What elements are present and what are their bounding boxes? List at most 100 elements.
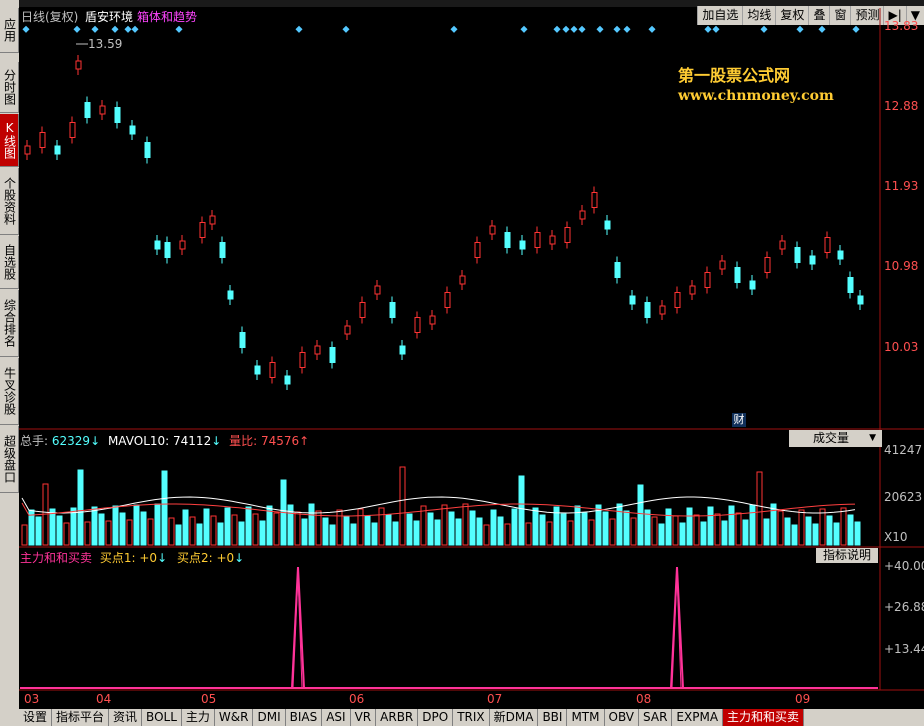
signal-diamond — [175, 25, 183, 33]
signal-diamond — [570, 25, 578, 33]
volume-bar — [49, 508, 56, 546]
volume-bar — [700, 521, 707, 546]
volume-bar — [350, 523, 357, 546]
tab-dpo[interactable]: DPO — [418, 709, 454, 726]
volume-bar — [364, 515, 371, 546]
buy1-label: 买点1: — [99, 551, 136, 565]
price-axis-label: 10.03 — [884, 340, 919, 354]
tab-vr[interactable]: VR — [351, 709, 377, 726]
volume-indicator-select[interactable]: 成交量 ▼ — [789, 430, 882, 447]
candlestick — [474, 242, 481, 258]
buy1-value: +0 — [139, 551, 158, 565]
volume-bar — [168, 517, 175, 546]
down-arrow-icon: ↓ — [211, 434, 222, 448]
volume-bar — [252, 513, 259, 546]
month-label: 09 — [795, 692, 811, 706]
volume-bar — [525, 522, 532, 546]
candlestick — [764, 257, 771, 273]
volume-bar — [441, 504, 448, 546]
volume-bar — [371, 522, 378, 546]
volume-bar — [679, 522, 686, 546]
signal-diamond — [596, 25, 604, 33]
candlestick — [489, 225, 496, 235]
volume-bar — [329, 524, 336, 546]
tab-sar[interactable]: SAR — [639, 709, 673, 726]
volume-bar — [560, 513, 567, 546]
indicator-help-button[interactable]: 指标说明 — [816, 548, 878, 563]
volume-bar — [623, 510, 630, 546]
candlestick — [329, 347, 336, 363]
volume-bar — [385, 514, 392, 546]
candlestick — [374, 285, 381, 295]
candlestick — [719, 260, 726, 270]
price-axis-label: 11.93 — [884, 179, 919, 193]
price-axis-label: 12.88 — [884, 99, 919, 113]
volume-bar — [693, 514, 700, 546]
volume-bar — [812, 523, 819, 546]
tab-boll[interactable]: BOLL — [142, 709, 182, 726]
volume-bar — [308, 503, 315, 546]
volume-bar — [147, 518, 154, 546]
volume-bar — [784, 517, 791, 546]
high-price-marker: 13.59 — [88, 37, 123, 51]
signal-diamond — [111, 25, 119, 33]
tab-main-force-buysell[interactable]: 主力和和买卖 — [723, 709, 805, 726]
tab-bbi[interactable]: BBI — [538, 709, 568, 726]
candlestick — [54, 145, 61, 155]
volume-bar — [133, 504, 140, 546]
candlestick — [549, 235, 556, 245]
chart-canvas[interactable] — [0, 0, 924, 726]
candlestick — [847, 277, 854, 293]
volume-bar — [196, 523, 203, 546]
tab-news[interactable]: 资讯 — [109, 709, 143, 726]
tab-trix[interactable]: TRIX — [453, 709, 490, 726]
tab-asi[interactable]: ASI — [322, 709, 351, 726]
candlestick — [734, 267, 741, 283]
finance-badge[interactable]: 财 — [732, 413, 746, 427]
volume-bar — [273, 512, 280, 546]
candlestick — [444, 292, 451, 308]
month-label: 07 — [487, 692, 503, 706]
tab-arbr[interactable]: ARBR — [376, 709, 419, 726]
volume-bar — [791, 524, 798, 546]
tab-indicator-platform[interactable]: 指标平台 — [52, 709, 110, 726]
candlestick — [314, 345, 321, 355]
candlestick — [659, 305, 666, 315]
volume-unit-label: X10 — [884, 530, 908, 544]
volume-bar — [343, 516, 350, 546]
tab-obv[interactable]: OBV — [605, 709, 640, 726]
candlestick — [794, 247, 801, 263]
tab-dmi[interactable]: DMI — [253, 709, 286, 726]
month-label: 05 — [201, 692, 217, 706]
candlestick — [254, 365, 261, 375]
tab-wr[interactable]: W&R — [215, 709, 254, 726]
watermark-url: www.chnmoney.com — [678, 88, 834, 104]
volume-bar — [504, 523, 511, 546]
volume-bar — [539, 514, 546, 546]
indicator-axis-label: +40.00 — [884, 559, 924, 573]
volume-bar — [231, 514, 238, 546]
volume-bar — [658, 523, 665, 546]
volume-bar — [315, 510, 322, 546]
volume-bar — [112, 505, 119, 546]
candlestick — [239, 332, 246, 348]
candlestick — [564, 227, 571, 243]
volume-bar — [602, 511, 609, 546]
indicator-axis-label: +26.88 — [884, 600, 924, 614]
volume-bar — [455, 518, 462, 546]
signal-diamond — [124, 25, 132, 33]
candlestick — [604, 220, 611, 230]
tab-bias[interactable]: BIAS — [286, 709, 323, 726]
volume-bar — [84, 521, 91, 546]
candlestick — [591, 192, 598, 208]
tab-main-force[interactable]: 主力 — [182, 709, 215, 726]
candlestick — [809, 255, 816, 265]
candlestick — [674, 292, 681, 308]
volume-ratio-value: 74576 — [260, 434, 300, 448]
candlestick — [219, 242, 226, 258]
candlestick — [84, 102, 91, 118]
tab-settings[interactable]: 设置 — [19, 709, 53, 726]
tab-mtm[interactable]: MTM — [567, 709, 605, 726]
tab-new-dma[interactable]: 新DMA — [490, 709, 539, 726]
tab-expma[interactable]: EXPMA — [672, 709, 724, 726]
